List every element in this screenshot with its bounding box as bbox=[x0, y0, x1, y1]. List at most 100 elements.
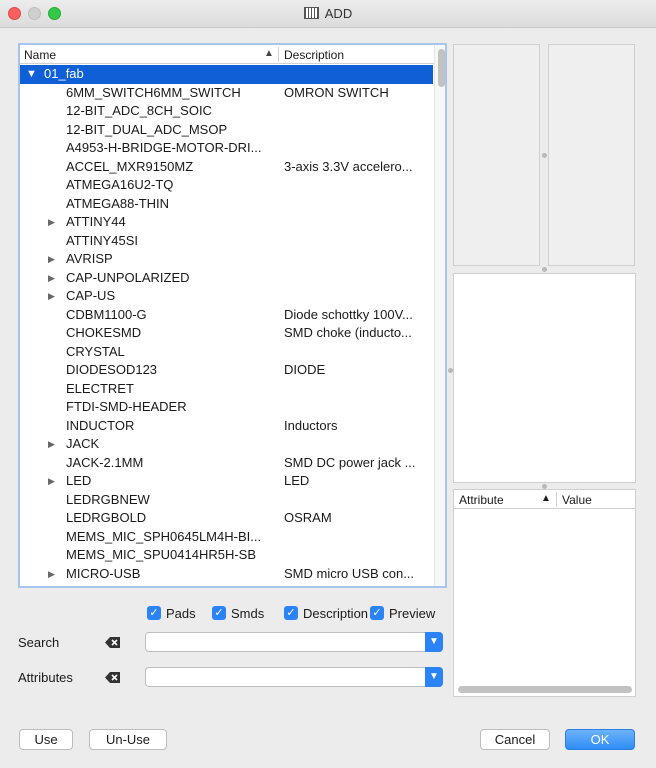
tree-row[interactable]: 12-BIT_ADC_8CH_SOIC bbox=[20, 102, 433, 121]
tree-group-row[interactable]: ▼ 01_fab bbox=[20, 65, 433, 84]
device-name: CAP-US bbox=[66, 288, 116, 303]
tree-row[interactable]: ▶ AVRISP bbox=[20, 250, 433, 269]
tree-row[interactable]: ▶ ATTINY44 bbox=[20, 213, 433, 232]
tree-row[interactable]: ▶ LED LED bbox=[20, 472, 433, 491]
device-name: ATMEGA16U2-TQ bbox=[66, 177, 174, 192]
disclosure-triangle-icon[interactable]: ▶ bbox=[48, 287, 55, 306]
column-header-name[interactable]: Name bbox=[24, 48, 56, 62]
tree-row[interactable]: ▶ CAP-US bbox=[20, 287, 433, 306]
cancel-button[interactable]: Cancel bbox=[480, 729, 550, 750]
column-divider[interactable] bbox=[278, 47, 279, 62]
tree-row[interactable]: ELECTRET bbox=[20, 380, 433, 399]
disclosure-triangle-icon[interactable]: ▶ bbox=[48, 269, 55, 288]
description-label: Description bbox=[303, 606, 369, 621]
sort-ascending-icon: ▲ bbox=[541, 493, 551, 504]
device-name: CHOKESMD bbox=[66, 325, 142, 340]
tree-row[interactable]: ▶ CAP-UNPOLARIZED bbox=[20, 269, 433, 288]
tree-row[interactable]: INDUCTOR Inductors bbox=[20, 417, 433, 436]
clear-search-icon[interactable] bbox=[104, 636, 121, 649]
smds-label: Smds bbox=[231, 606, 265, 621]
tree-row[interactable]: CRYSTAL bbox=[20, 343, 433, 362]
search-combobox[interactable]: ▼ bbox=[145, 632, 443, 652]
clear-attributes-icon[interactable] bbox=[104, 671, 121, 684]
tree-row[interactable]: A4953-H-BRIDGE-MOTOR-DRI... bbox=[20, 139, 433, 158]
device-name: DIODESOD123 bbox=[66, 362, 158, 377]
tree-row[interactable]: ATTINY45SI bbox=[20, 232, 433, 251]
tree-row[interactable]: CHOKESMD SMD choke (inducto... bbox=[20, 324, 433, 343]
device-description: OSRAM bbox=[284, 510, 332, 525]
tree-row[interactable]: ATMEGA16U2-TQ bbox=[20, 176, 433, 195]
disclosure-triangle-icon[interactable]: ▶ bbox=[48, 472, 55, 491]
device-name: JACK bbox=[66, 436, 100, 451]
device-name: AVRISP bbox=[66, 251, 113, 266]
use-button[interactable]: Use bbox=[19, 729, 73, 750]
device-name: JACK-2.1MM bbox=[66, 454, 144, 470]
attributes-input[interactable] bbox=[150, 669, 420, 685]
device-name: A4953-H-BRIDGE-MOTOR-DRI... bbox=[66, 140, 262, 155]
window-title-text: ADD bbox=[324, 6, 353, 21]
tree-header: Name ▲ Description bbox=[20, 45, 445, 64]
description-pane bbox=[453, 273, 636, 483]
tree-row[interactable]: LEDRGBOLD OSRAM bbox=[20, 509, 433, 528]
device-name: ATTINY44 bbox=[66, 214, 126, 229]
tree-row[interactable]: FTDI-SMD-HEADER bbox=[20, 398, 433, 417]
checkmark-icon: ✓ bbox=[370, 606, 384, 620]
column-header-attribute[interactable]: Attribute bbox=[459, 493, 504, 507]
ok-button[interactable]: OK bbox=[565, 729, 635, 750]
search-label: Search bbox=[18, 635, 60, 650]
preview-label: Preview bbox=[389, 606, 436, 621]
device-description: DIODE bbox=[284, 362, 326, 377]
tree-vertical-scrollbar[interactable] bbox=[434, 45, 445, 586]
disclosure-triangle-icon[interactable]: ▶ bbox=[48, 565, 55, 584]
device-name: INDUCTOR bbox=[66, 417, 135, 433]
device-name: CRYSTAL bbox=[66, 343, 125, 359]
splitter-handle[interactable] bbox=[542, 267, 547, 272]
disclosure-triangle-icon[interactable]: ▶ bbox=[48, 250, 55, 269]
disclosure-triangle-icon[interactable]: ▶ bbox=[48, 435, 55, 454]
pads-label: Pads bbox=[166, 606, 196, 621]
tree-row[interactable]: ▶ MICRO-USB SMD micro USB con... bbox=[20, 565, 433, 584]
attributes-combobox[interactable]: ▼ bbox=[145, 667, 443, 687]
tree-row[interactable]: JACK-2.1MM SMD DC power jack ... bbox=[20, 454, 433, 473]
tree-row[interactable]: ACCEL_MXR9150MZ 3-axis 3.3V accelero... bbox=[20, 158, 433, 177]
tree-row[interactable]: MEMS_MIC_SPU0414HR5H-SB bbox=[20, 546, 433, 565]
chevron-down-icon[interactable]: ▼ bbox=[425, 632, 443, 652]
disclosure-triangle-icon[interactable]: ▶ bbox=[48, 213, 55, 232]
tree-row[interactable]: LEDRGBNEW bbox=[20, 491, 433, 510]
unuse-button[interactable]: Un-Use bbox=[89, 729, 167, 750]
tree-row[interactable]: 12-BIT_DUAL_ADC_MSOP bbox=[20, 121, 433, 140]
tree-row[interactable]: CDBM1100-G Diode schottky 100V... bbox=[20, 306, 433, 325]
tree-row[interactable]: DIODESOD123 DIODE bbox=[20, 361, 433, 380]
group-name: 01_fab bbox=[44, 66, 84, 81]
window-title: ADD bbox=[0, 6, 656, 21]
device-description: Inductors bbox=[284, 417, 338, 433]
search-input[interactable] bbox=[150, 634, 420, 650]
attributes-label: Attributes bbox=[18, 670, 73, 685]
device-name: 12-BIT_ADC_8CH_SOIC bbox=[66, 103, 212, 118]
device-name: FTDI-SMD-HEADER bbox=[66, 399, 187, 414]
column-divider[interactable] bbox=[556, 492, 557, 507]
library-tree[interactable]: Name ▲ Description ▼ 01_fab 6MM_SWITCH6MM_… bbox=[18, 43, 447, 588]
tree-row[interactable]: ▶ JACK bbox=[20, 435, 433, 454]
chevron-down-icon[interactable]: ▼ bbox=[425, 667, 443, 687]
attribute-horizontal-scrollbar[interactable] bbox=[458, 686, 632, 693]
splitter-handle[interactable] bbox=[448, 368, 453, 373]
attribute-table[interactable]: Attribute ▲ Value bbox=[453, 489, 636, 697]
device-name: ELECTRET bbox=[66, 380, 134, 396]
column-header-description[interactable]: Description bbox=[284, 48, 344, 62]
disclosure-open-icon[interactable]: ▼ bbox=[26, 65, 37, 84]
device-description: Diode schottky 100V... bbox=[284, 306, 413, 322]
column-header-value[interactable]: Value bbox=[562, 493, 592, 507]
splitter-handle[interactable] bbox=[542, 153, 547, 158]
tree-row[interactable]: ATMEGA88-THIN bbox=[20, 195, 433, 214]
device-name: ATTINY45SI bbox=[66, 232, 139, 248]
tree-row[interactable]: 6MM_SWITCH6MM_SWITCH OMRON SWITCH bbox=[20, 84, 433, 103]
device-description: SMD DC power jack ... bbox=[284, 454, 416, 470]
checkmark-icon: ✓ bbox=[284, 606, 298, 620]
attribute-table-header: Attribute ▲ Value bbox=[454, 490, 635, 509]
tree-scroll-thumb[interactable] bbox=[438, 49, 445, 87]
symbol-preview-pane bbox=[453, 44, 540, 266]
device-description: LED bbox=[284, 473, 310, 488]
tree-row[interactable]: MEMS_MIC_SPH0645LM4H-BI... bbox=[20, 528, 433, 547]
add-dialog-icon bbox=[303, 7, 319, 19]
